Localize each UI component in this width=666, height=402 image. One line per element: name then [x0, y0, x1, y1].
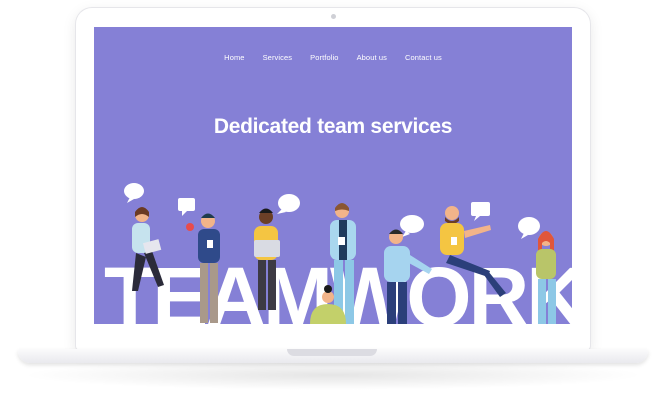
camera-icon: [331, 14, 336, 19]
people-illustration-icon: [124, 183, 556, 324]
laptop-screen: Home Services Portfolio About us Contact…: [94, 27, 572, 324]
laptop-notch: [287, 349, 377, 356]
laptop-shadow: [20, 360, 646, 390]
